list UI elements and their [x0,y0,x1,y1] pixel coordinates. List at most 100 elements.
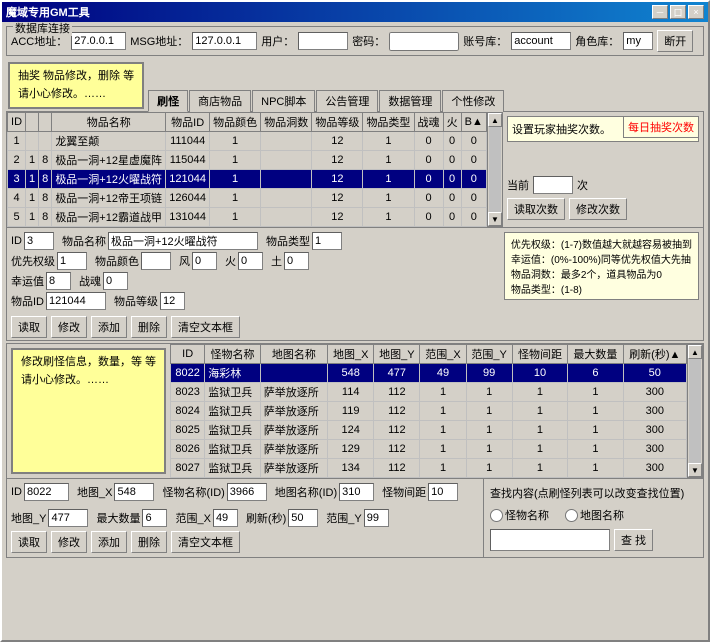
monster-top: 修改刷怪信息，数量，等 等 请小心修改。…… ID 怪物名称 地图名称 地图_X… [7,344,703,478]
item-name-input[interactable] [108,232,258,250]
luck-label: 幸运值 [11,273,44,289]
minimize-button[interactable]: － [652,5,668,19]
earth-input[interactable] [284,252,309,270]
scroll-track[interactable] [489,127,501,212]
item-hint-box: 优先权级：(1-7)数值越大就越容易被抽到 幸运值：(0%-100%)同等优先权… [504,232,699,300]
role-input[interactable] [623,32,653,50]
maxnum-input[interactable] [142,509,167,527]
monster-table-row[interactable]: 8027 监狱卫兵 萨举放逐所 134 112 1 1 1 1 300 [171,459,687,478]
mapx-input[interactable] [114,483,154,501]
monster-add-btn[interactable]: 添加 [91,531,127,553]
user-input[interactable] [298,32,348,50]
item-scrollbar[interactable]: ▲ ▼ [487,112,503,227]
main-content: 数据库连接 ACC地址： MSG地址： 用户： 密码： 账号库： 角色库： 断开 [2,22,708,640]
monster-bottom: ID 地图_X 怪物名称(ID) 地图名称(ID) [7,478,703,557]
item-clear-btn[interactable]: 清空文本框 [171,316,240,338]
db-group-label: 数据库连接 [13,22,72,36]
itemlevel-input[interactable] [160,292,185,310]
acc-input[interactable] [71,32,126,50]
luck-input[interactable] [46,272,71,290]
monster-id-input[interactable] [24,483,69,501]
mapy-input[interactable] [48,509,88,527]
dist-input[interactable] [428,483,458,501]
db-input[interactable] [511,32,571,50]
itemid-input[interactable] [46,292,106,310]
item-table-row[interactable]: 3 1 8 极品一洞+12火曜战符 121044 1 12 1 0 0 0 [8,170,487,189]
maximize-button[interactable]: 口 [670,5,686,19]
itemlevel-field: 物品等级 [114,292,185,310]
tab-refresh[interactable]: 刷怪 [148,90,188,112]
lottery-read-btn[interactable]: 读取次数 [507,198,565,220]
m-scroll-track[interactable] [689,359,701,463]
th-level: 物品等级 [312,113,363,132]
current-label: 当前 [507,177,529,193]
tab-shop[interactable]: 商店物品 [189,90,251,112]
msg-input[interactable] [192,32,257,50]
item-read-btn[interactable]: 读取 [11,316,47,338]
pwd-input[interactable] [389,32,459,51]
rangex-input[interactable] [213,509,238,527]
mname-input[interactable] [227,483,267,501]
item-table-row[interactable]: 4 1 8 极品一洞+12帝王项链 126044 1 12 1 0 0 0 [8,189,487,208]
close-button[interactable]: × [688,5,704,19]
warning-box-1: 抽奖 物品修改，删除 等 请小心修改。…… [8,62,144,109]
priority-label: 优先权级 [11,253,55,269]
radio-map-input[interactable] [565,509,578,522]
soul-input[interactable] [103,272,128,290]
radio-monster-input[interactable] [490,509,503,522]
search-button[interactable]: 查 找 [614,529,653,551]
search-input[interactable] [490,529,610,551]
name-label: 物品名称 [62,233,106,249]
lottery-count-input[interactable] [533,176,573,194]
tab-data[interactable]: 数据管理 [379,90,441,112]
item-delete-btn[interactable]: 删除 [131,316,167,338]
m-scroll-up[interactable]: ▲ [688,345,702,359]
monster-table-row[interactable]: 8022 海彩林 548 477 49 99 10 6 50 [171,364,687,383]
radio-map[interactable]: 地图名称 [565,507,624,523]
item-table-row[interactable]: 5 1 8 极品一洞+12霸道战甲 131044 1 12 1 0 0 0 [8,208,487,227]
mapname-input[interactable] [339,483,374,501]
scroll-up-btn[interactable]: ▲ [488,113,502,127]
item-add-btn[interactable]: 添加 [91,316,127,338]
scroll-down-btn[interactable]: ▼ [488,212,502,226]
tab-personal[interactable]: 个性修改 [442,90,504,112]
radio-monster[interactable]: 怪物名称 [490,507,549,523]
item-type-input[interactable] [312,232,342,250]
th-id: ID [8,113,26,132]
monster-table-row[interactable]: 8024 监狱卫兵 萨举放逐所 119 112 1 1 1 1 300 [171,402,687,421]
refresh-input[interactable] [288,509,318,527]
monster-delete-btn[interactable]: 删除 [131,531,167,553]
th-soul: 战魂 [414,113,443,132]
tab-announce[interactable]: 公告管理 [316,90,378,112]
item-modify-btn[interactable]: 修改 [51,316,87,338]
monster-read-btn[interactable]: 读取 [11,531,47,553]
priority-input[interactable] [57,252,87,270]
lottery-modify-btn[interactable]: 修改次数 [569,198,627,220]
monster-table-row[interactable]: 8026 监狱卫兵 萨举放逐所 129 112 1 1 1 1 300 [171,440,687,459]
monster-table-row[interactable]: 8023 监狱卫兵 萨举放逐所 114 112 1 1 1 1 300 [171,383,687,402]
monster-clear-btn[interactable]: 清空文本框 [171,531,240,553]
item-table-row[interactable]: 1 龙翼至颠 111044 1 12 1 0 0 0 [8,132,487,151]
monster-table-row[interactable]: 8025 监狱卫兵 萨举放逐所 124 112 1 1 1 1 300 [171,421,687,440]
color-input[interactable] [141,252,171,270]
mid-mname: 怪物名称(ID) [162,483,266,501]
rangey-input[interactable] [364,509,389,527]
tab-npc[interactable]: NPC脚本 [252,90,315,112]
item-id-input[interactable] [24,232,54,250]
connect-button[interactable]: 断开 [657,30,693,52]
wind-input[interactable] [192,252,217,270]
hint4: 物品类型：(1-8) [511,281,692,296]
unit-label: 次 [577,177,588,193]
monster-modify-btn[interactable]: 修改 [51,531,87,553]
earth-label: 土 [271,253,282,269]
mth-x: 地图_X [328,345,374,364]
wind-label: 风 [179,253,190,269]
item-table-row[interactable]: 2 1 8 极品一洞+12星虚魔阵 115044 1 12 1 0 0 0 [8,151,487,170]
search-radios: 怪物名称 地图名称 [490,507,697,523]
fire-input[interactable] [238,252,263,270]
monster-scrollbar[interactable]: ▲ ▼ [687,344,703,478]
th-name: 物品名称 [52,113,166,132]
fire-label: 火 [225,253,236,269]
warning2-line1: 修改刷怪信息，数量，等 等 [21,354,156,372]
m-scroll-down[interactable]: ▼ [688,463,702,477]
